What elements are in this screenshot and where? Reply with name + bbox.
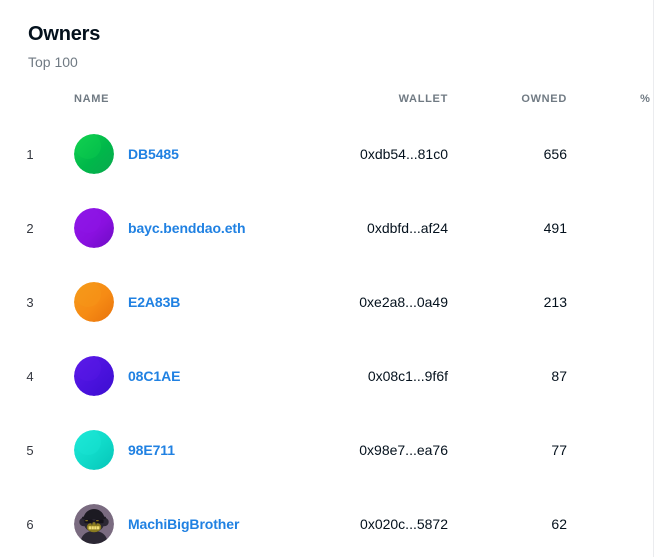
- table-row: 3 E2A83B 0xe2a8...0a492132.13%: [0, 265, 654, 339]
- owner-name-link[interactable]: bayc.benddao.eth: [128, 220, 245, 236]
- column-header-owned: OWNED: [458, 92, 583, 117]
- owned-count-cell: 77: [458, 413, 583, 487]
- table-row: 6 MachiBigBrother 0x020c...5872620.62%: [0, 487, 654, 557]
- table-row: 5 98E711 0x98e7...ea76770.77%: [0, 413, 654, 487]
- wallet-address-cell: 0xdbfd...af24: [287, 191, 458, 265]
- table-body: 1 DB5485 0xdb54...81c06566.56% 2 bayc.bendda…: [0, 117, 654, 557]
- avatar-98e711[interactable]: [74, 430, 114, 470]
- avatar-08c1ae[interactable]: [74, 356, 114, 396]
- table-row: 2 bayc.benddao.eth 0xdbfd...af244914.91%: [0, 191, 654, 265]
- table-header-row: NAME WALLET OWNED % OWNED: [0, 92, 654, 117]
- owner-identity: E2A83B: [74, 282, 286, 322]
- owned-count-cell: 213: [458, 265, 583, 339]
- rank-cell: 1: [0, 117, 60, 191]
- avatar-db5485[interactable]: [74, 134, 114, 174]
- column-header-rank: [0, 92, 60, 117]
- owners-panel: Owners Top 100 NAME WALLET OWNED % OWNED…: [0, 0, 654, 557]
- owner-identity: 08C1AE: [74, 356, 286, 396]
- rank-cell: 4: [0, 339, 60, 413]
- avatar-machibigbrother[interactable]: [74, 504, 114, 544]
- owner-identity: bayc.benddao.eth: [74, 208, 286, 248]
- percent-owned-cell: 6.56%: [583, 117, 654, 191]
- owned-count-cell: 62: [458, 487, 583, 557]
- name-cell: DB5485: [60, 117, 287, 191]
- owner-identity: 98E711: [74, 430, 286, 470]
- name-cell: MachiBigBrother: [60, 487, 287, 557]
- wallet-address-cell: 0xe2a8...0a49: [287, 265, 458, 339]
- page-title: Owners: [28, 22, 653, 46]
- owned-count-cell: 656: [458, 117, 583, 191]
- owners-table: NAME WALLET OWNED % OWNED 1 DB5485 0xdb54.…: [0, 92, 654, 557]
- wallet-address-cell: 0xdb54...81c0: [287, 117, 458, 191]
- percent-owned-cell: 0.77%: [583, 413, 654, 487]
- name-cell: 08C1AE: [60, 339, 287, 413]
- avatar-e2a83b[interactable]: [74, 282, 114, 322]
- owner-identity: DB5485: [74, 134, 286, 174]
- owner-name-link[interactable]: 98E711: [128, 442, 175, 458]
- owner-identity: MachiBigBrother: [74, 504, 286, 544]
- owned-count-cell: 491: [458, 191, 583, 265]
- percent-owned-cell: 0.87%: [583, 339, 654, 413]
- column-header-percent-owned: % OWNED: [583, 92, 654, 117]
- table-header: NAME WALLET OWNED % OWNED: [0, 92, 654, 117]
- rank-cell: 6: [0, 487, 60, 557]
- owner-name-link[interactable]: E2A83B: [128, 294, 180, 310]
- percent-owned-cell: 2.13%: [583, 265, 654, 339]
- owner-name-link[interactable]: DB5485: [128, 146, 179, 162]
- rank-cell: 5: [0, 413, 60, 487]
- panel-subtitle: Top 100: [28, 52, 653, 72]
- name-cell: 98E711: [60, 413, 287, 487]
- avatar-bayc-benddao-eth[interactable]: [74, 208, 114, 248]
- panel-header: Owners Top 100: [0, 0, 653, 72]
- table-row: 1 DB5485 0xdb54...81c06566.56%: [0, 117, 654, 191]
- owned-count-cell: 87: [458, 339, 583, 413]
- percent-owned-cell: 4.91%: [583, 191, 654, 265]
- wallet-address-cell: 0x98e7...ea76: [287, 413, 458, 487]
- table-row: 4 08C1AE 0x08c1...9f6f870.87%: [0, 339, 654, 413]
- percent-owned-cell: 0.62%: [583, 487, 654, 557]
- column-header-name: NAME: [60, 92, 287, 117]
- column-header-wallet: WALLET: [287, 92, 458, 117]
- wallet-address-cell: 0x020c...5872: [287, 487, 458, 557]
- owner-name-link[interactable]: 08C1AE: [128, 368, 180, 384]
- rank-cell: 2: [0, 191, 60, 265]
- rank-cell: 3: [0, 265, 60, 339]
- wallet-address-cell: 0x08c1...9f6f: [287, 339, 458, 413]
- name-cell: bayc.benddao.eth: [60, 191, 287, 265]
- owner-name-link[interactable]: MachiBigBrother: [128, 516, 239, 532]
- name-cell: E2A83B: [60, 265, 287, 339]
